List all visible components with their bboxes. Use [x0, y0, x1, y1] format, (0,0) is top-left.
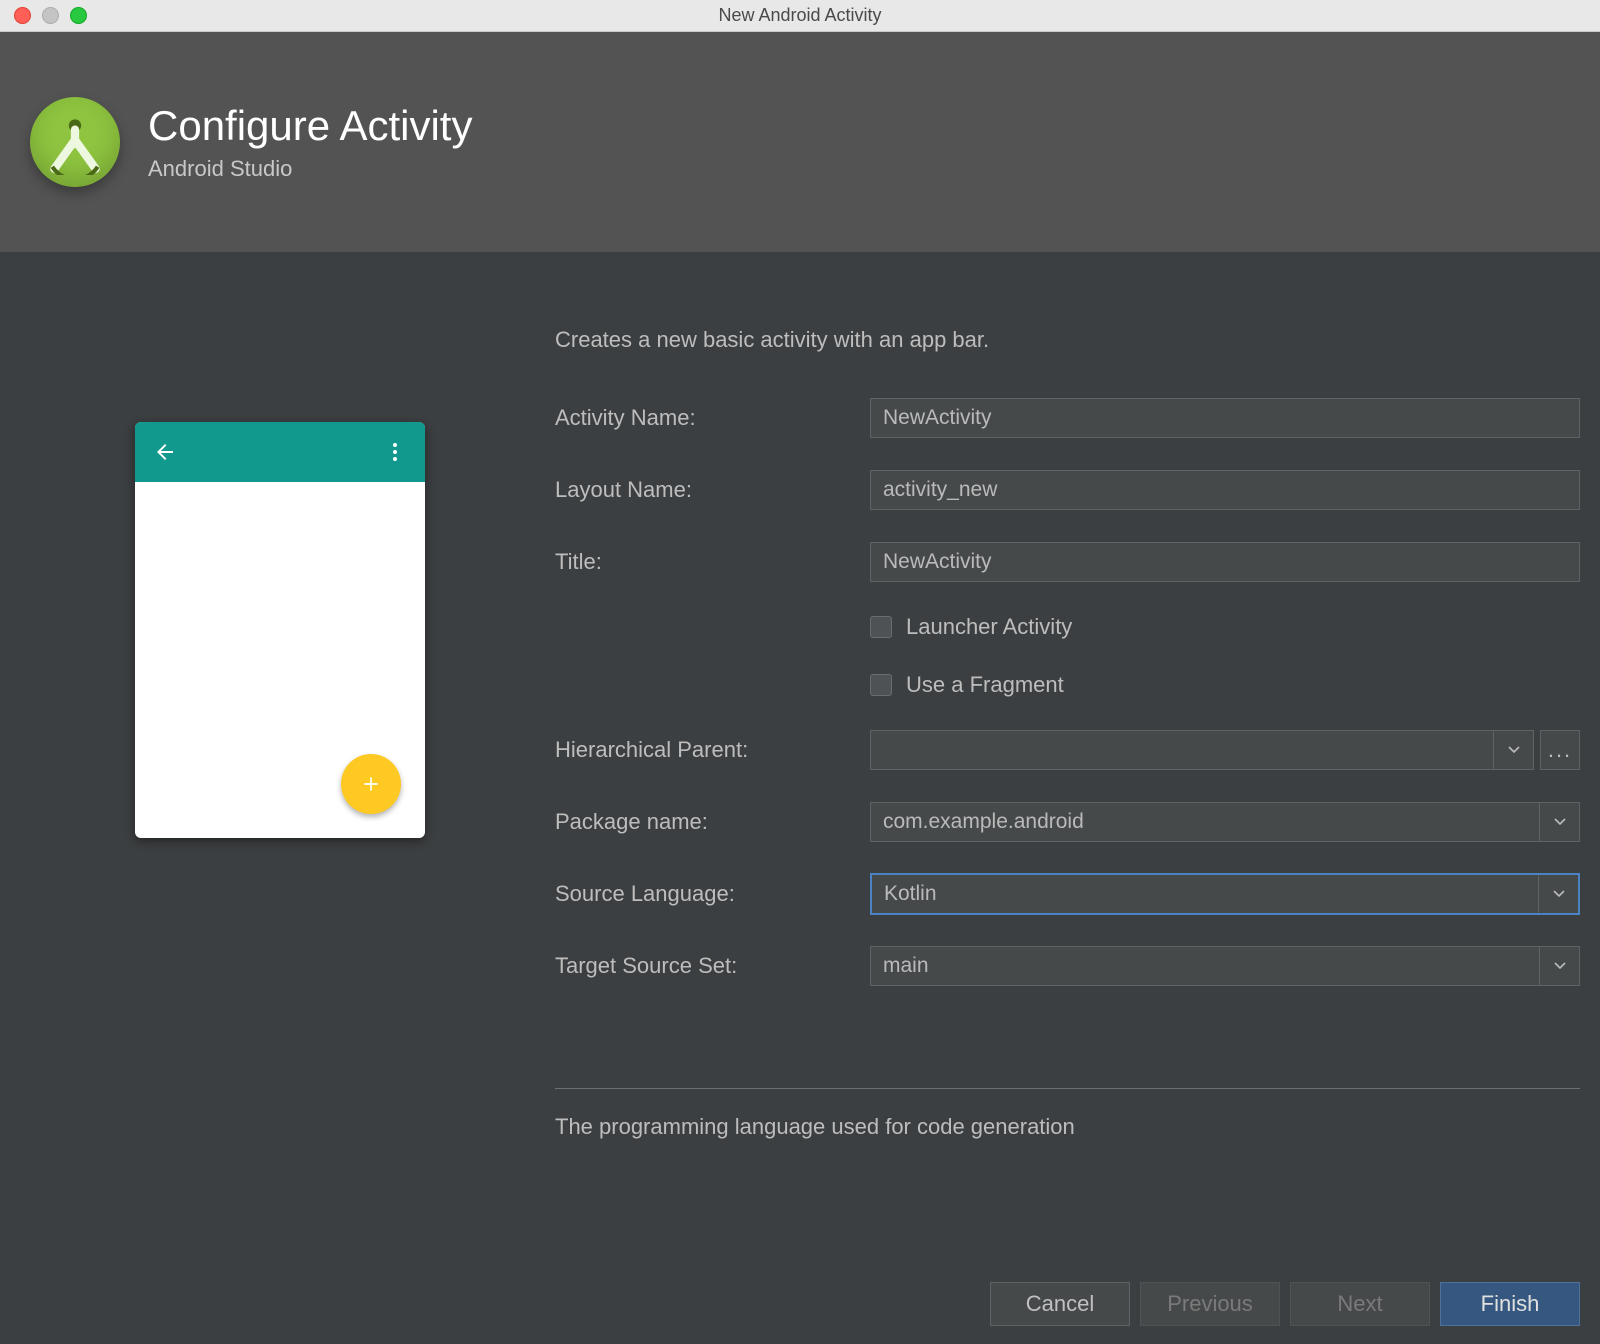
activity-name-label: Activity Name: — [555, 405, 870, 431]
overflow-menu-icon — [383, 440, 407, 464]
title-input[interactable] — [870, 542, 1580, 582]
chevron-down-icon[interactable] — [1538, 875, 1578, 913]
source-language-label: Source Language: — [555, 881, 870, 907]
package-name-value: com.example.android — [871, 810, 1539, 834]
activity-name-input[interactable] — [870, 398, 1580, 438]
layout-name-label: Layout Name: — [555, 477, 870, 503]
target-source-set-label: Target Source Set: — [555, 953, 870, 979]
fab-plus-icon — [341, 754, 401, 814]
hierarchical-parent-combo[interactable] — [870, 730, 1534, 770]
package-name-label: Package name: — [555, 809, 870, 835]
launcher-checkbox-label: Launcher Activity — [906, 614, 1072, 640]
target-source-set-combo[interactable]: main — [870, 946, 1580, 986]
source-language-combo[interactable]: Kotlin — [870, 873, 1580, 915]
hierarchical-parent-browse-button[interactable]: ... — [1540, 730, 1580, 770]
window-title: New Android Activity — [0, 5, 1600, 26]
activity-preview — [135, 422, 425, 838]
header: Configure Activity Android Studio — [0, 32, 1600, 252]
separator — [555, 1088, 1580, 1089]
preview-appbar — [135, 422, 425, 482]
fragment-checkbox[interactable] — [870, 674, 892, 696]
next-button[interactable]: Next — [1290, 1282, 1430, 1326]
source-language-value: Kotlin — [872, 882, 1538, 906]
form-description: Creates a new basic activity with an app… — [555, 327, 989, 353]
title-label: Title: — [555, 549, 870, 575]
chevron-down-icon[interactable] — [1539, 803, 1579, 841]
page-title: Configure Activity — [148, 102, 472, 150]
previous-button[interactable]: Previous — [1140, 1282, 1280, 1326]
fragment-checkbox-label: Use a Fragment — [906, 672, 1064, 698]
titlebar: New Android Activity — [0, 0, 1600, 32]
cancel-button[interactable]: Cancel — [990, 1282, 1130, 1326]
chevron-down-icon[interactable] — [1493, 731, 1533, 769]
android-studio-logo-icon — [30, 97, 120, 187]
wizard-footer: Cancel Previous Next Finish — [990, 1282, 1580, 1326]
content: Creates a new basic activity with an app… — [0, 252, 1600, 1344]
page-subtitle: Android Studio — [148, 156, 472, 182]
chevron-down-icon[interactable] — [1539, 947, 1579, 985]
package-name-combo[interactable]: com.example.android — [870, 802, 1580, 842]
target-source-set-value: main — [871, 954, 1539, 978]
layout-name-input[interactable] — [870, 470, 1580, 510]
launcher-checkbox[interactable] — [870, 616, 892, 638]
help-text: The programming language used for code g… — [555, 1114, 1075, 1140]
finish-button[interactable]: Finish — [1440, 1282, 1580, 1326]
hierarchical-parent-label: Hierarchical Parent: — [555, 737, 870, 763]
back-arrow-icon — [153, 440, 177, 464]
